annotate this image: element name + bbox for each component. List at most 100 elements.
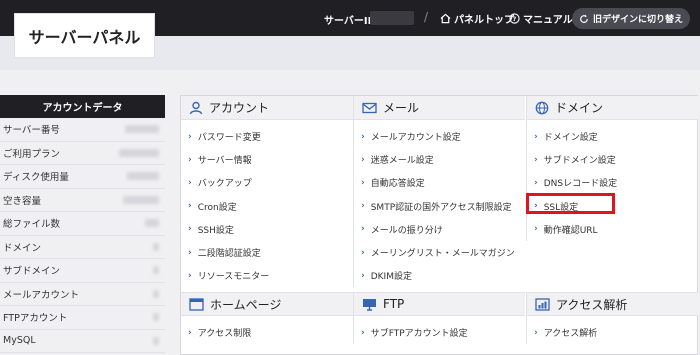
analytics-section-header: アクセス解析 [527,292,698,316]
chevron-right-icon: › [534,327,538,338]
globe-icon [535,101,549,114]
link-label: サブドメイン設定 [543,156,616,167]
account-section-title: アカウント [209,101,270,115]
homepage-section-header: ホームページ [181,292,353,316]
link-label: サーバー情報 [197,156,252,167]
manual-link[interactable]: ? マニュアル [509,11,573,26]
menu-link-test-url[interactable]: › 動作確認URL [527,218,698,241]
menu-link-cron[interactable]: › Cron設定 [181,195,353,218]
menu-link-subdomain[interactable]: › サブドメイン設定 [527,148,698,171]
sidebar-row-label: サーバー番号 [3,125,60,137]
masked-value [145,219,159,228]
account-section: アカウント › パスワード変更 › サーバー情報 › バックアップ › Cron設定 ›… [181,96,353,287]
ftp-section-header: FTP [354,292,525,316]
sidebar-row-label: ディスク使用量 [3,172,69,184]
link-label: 迷惑メール設定 [370,156,434,167]
chevron-right-icon: › [361,224,365,235]
sidebar-row: MySQL [0,330,165,353]
menu-link-dkim[interactable]: › DKIM設定 [354,264,525,287]
masked-value [125,125,159,134]
link-label: メーリングリスト・メールマガジン [370,249,515,260]
logo: サーバーパネル [14,13,155,58]
chart-icon [535,297,550,311]
envelope-icon [362,102,377,113]
server-id-label: サーバーID [324,16,376,27]
help-icon: ? [509,13,520,24]
chevron-right-icon: › [188,327,192,338]
menu-link-server-info[interactable]: › サーバー情報 [181,148,353,171]
masked-value [153,313,159,322]
divider: / [424,10,429,24]
masked-value [153,266,159,275]
sidebar-row: 空き容量 [0,189,165,212]
menu-link-2fa[interactable]: › 二段階認証設定 [181,241,353,264]
sidebar-row-label: 空き容量 [3,195,42,207]
switch-old-design-label: 旧デザインに切り替え [592,15,683,25]
chevron-right-icon: › [534,224,538,235]
masked-value [123,195,159,204]
sidebar-row: ご利用プラン [0,142,165,165]
menu-link-ssh[interactable]: › SSH設定 [181,218,353,241]
analytics-section: アクセス解析 › アクセス解析 [526,292,698,345]
menu-link-domain-settings[interactable]: › ドメイン設定 [527,125,698,148]
masked-value [153,242,159,251]
chevron-right-icon: › [188,131,192,142]
domain-section-header: ドメイン [527,96,698,120]
mail-section-title: メール [383,101,420,115]
link-label: リソースモニター [197,272,270,283]
homepage-section: ホームページ › アクセス制限 [181,292,353,344]
sidebar-row-label: ご利用プラン [3,148,61,160]
menu-link-autoreply[interactable]: › 自動応答設定 [354,171,525,194]
masked-value [119,148,159,157]
chevron-right-icon: › [534,131,538,142]
chevron-right-icon: › [361,327,365,338]
link-label: バックアップ [197,179,252,190]
link-label: サブFTPアカウント設定 [370,329,468,340]
menu-link-spam[interactable]: › 迷惑メール設定 [354,148,525,171]
sidebar-row: サーバー番号 [0,118,165,142]
menu-link-mailing-list[interactable]: › メーリングリスト・メールマガジン [354,241,525,264]
panel-top-link[interactable]: パネルトップ [440,11,514,26]
monitor-icon [363,298,376,311]
ftp-section: FTP › サブFTPアカウント設定 [353,292,525,345]
menu-link-mail-filter[interactable]: › メールの振り分け [354,218,525,241]
menu-link-sub-ftp[interactable]: › サブFTPアカウント設定 [354,321,525,344]
user-icon [189,101,203,114]
sidebar-row-label: FTPアカウント [3,313,68,325]
menu-link-smtp-restrict[interactable]: › SMTP認証の国外アクセス制限設定 [354,195,525,218]
sidebar-row: サブドメイン [0,259,165,283]
link-label: DNSレコード設定 [543,179,618,190]
domain-section-title: ドメイン [555,101,604,115]
svg-text:?: ? [513,15,517,23]
menu-link-analytics[interactable]: › アクセス解析 [527,321,698,344]
menu-link-resource-monitor[interactable]: › リソースモニター [181,264,353,287]
sidebar-title: アカウントデータ [0,95,165,118]
chevron-right-icon: › [188,224,192,235]
sidebar-row: 総ファイル数 [0,212,165,236]
chevron-right-icon: › [361,201,365,212]
ssl-highlight-box [526,193,615,214]
link-label: 二段階認証設定 [197,249,261,260]
chevron-right-icon: › [188,247,192,258]
menu-link-password[interactable]: › パスワード変更 [181,125,353,148]
menu-panel: アカウント › パスワード変更 › サーバー情報 › バックアップ › Cron設定 ›… [180,95,698,355]
chevron-right-icon: › [361,154,365,165]
chevron-right-icon: › [188,177,192,188]
link-label: アクセス解析 [543,329,598,340]
menu-link-dns[interactable]: › DNSレコード設定 [527,171,698,194]
mail-section-header: メール [354,96,525,120]
account-data-sidebar: アカウントデータ サーバー番号 ご利用プラン ディスク使用量 空き容量 総ファイ… [0,95,165,353]
analytics-section-title: アクセス解析 [556,297,628,312]
sidebar-row-label: ドメイン [3,242,42,254]
menu-link-access-restrict[interactable]: › アクセス制限 [181,321,353,344]
menu-link-backup[interactable]: › バックアップ [181,171,353,194]
masked-value [153,289,159,298]
sidebar-row-label: サブドメイン [3,266,61,278]
manual-label: マニュアル [523,15,573,26]
switch-old-design-button[interactable]: 旧デザインに切り替え [572,8,690,29]
chevron-right-icon: › [534,154,538,165]
chevron-right-icon: › [361,177,365,188]
sidebar-row-label: メールアカウント [3,289,80,301]
menu-link-mail-account[interactable]: › メールアカウント設定 [354,125,525,148]
sidebar-row: メールアカウント [0,283,165,306]
